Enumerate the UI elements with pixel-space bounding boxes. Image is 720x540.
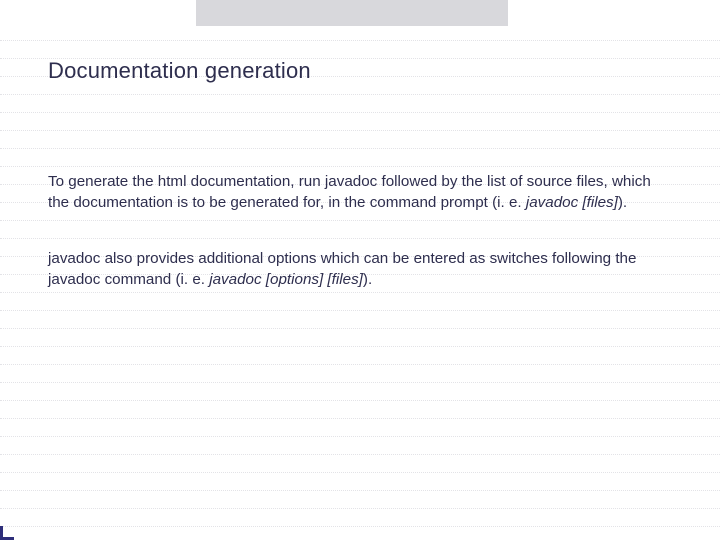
slide-title: Documentation generation bbox=[48, 58, 672, 84]
slide-content: Documentation generation To generate the… bbox=[0, 0, 720, 290]
para1-command: javadoc [files] bbox=[526, 194, 618, 211]
para1-tail: ). bbox=[618, 194, 627, 211]
para2-command: javadoc [options] [files] bbox=[209, 271, 363, 288]
para2-tail: ). bbox=[363, 271, 372, 288]
paragraph-1: To generate the html documentation, run … bbox=[48, 172, 668, 213]
paragraph-2: javadoc also provides additional options… bbox=[48, 249, 668, 290]
corner-accent-icon bbox=[0, 526, 14, 540]
